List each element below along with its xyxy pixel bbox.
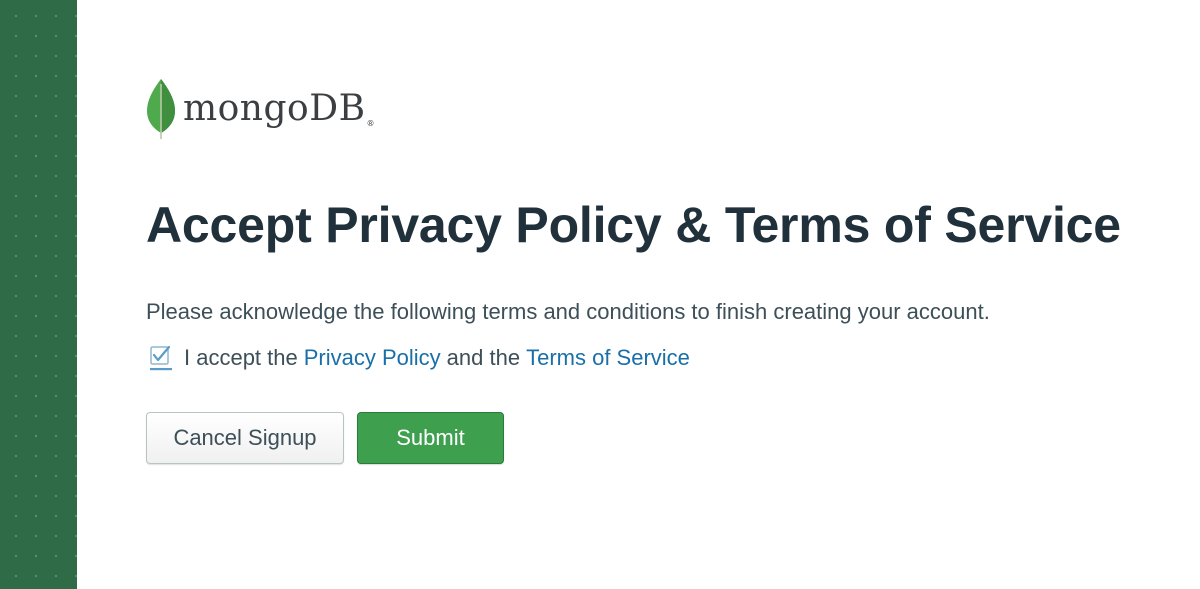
privacy-policy-link[interactable]: Privacy Policy <box>304 345 441 371</box>
cancel-signup-button[interactable]: Cancel Signup <box>146 412 344 464</box>
accept-connector-text: and the <box>446 345 521 370</box>
accept-terms-checkbox[interactable] <box>149 344 173 372</box>
accept-prefix-text: I accept the <box>184 345 298 370</box>
page-title: Accept Privacy Policy & Terms of Service <box>146 197 1121 253</box>
mongodb-logo: mongoDB ® <box>146 78 375 140</box>
submit-button[interactable]: Submit <box>357 412 504 464</box>
page-description: Please acknowledge the following terms a… <box>146 299 990 324</box>
logo-wordmark: mongoDB <box>183 87 366 129</box>
mongodb-leaf-icon <box>146 78 176 140</box>
accept-terms-row: I accept the Privacy Policy and the Term… <box>149 344 690 372</box>
form-actions: Cancel Signup Submit <box>146 412 504 464</box>
signup-terms-page: mongoDB ® Accept Privacy Policy & Terms … <box>0 0 1200 589</box>
sidebar-pattern <box>0 0 77 589</box>
terms-of-service-link[interactable]: Terms of Service <box>526 345 690 371</box>
registered-mark: ® <box>366 119 375 128</box>
checkbox-checked-icon <box>149 344 173 372</box>
